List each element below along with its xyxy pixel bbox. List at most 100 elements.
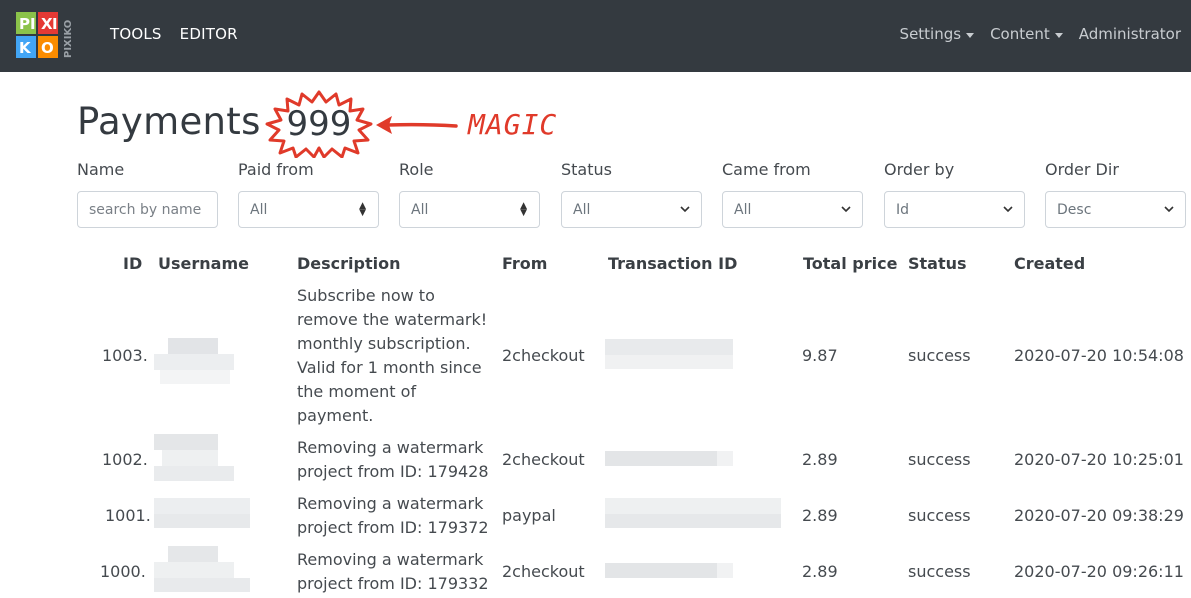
- cell-total-price: 2.89: [802, 506, 838, 525]
- col-header-username[interactable]: Username: [158, 254, 249, 273]
- select-value: Desc: [1057, 201, 1092, 218]
- description-line: remove the watermark!: [297, 310, 488, 329]
- blurred-transaction-id: [605, 339, 733, 371]
- status-select[interactable]: All: [561, 191, 702, 228]
- description-line: Valid for 1 month since: [297, 358, 482, 377]
- col-header-total-price[interactable]: Total price: [803, 254, 897, 273]
- name-search-input-box[interactable]: [77, 191, 218, 228]
- filter-label: Role: [399, 160, 434, 179]
- chevron-down-icon: [1003, 206, 1013, 213]
- nav-content-label: Content: [990, 25, 1050, 43]
- cell-id: 1000.: [100, 562, 146, 581]
- col-header-status[interactable]: Status: [908, 254, 967, 273]
- select-value: All: [411, 201, 429, 218]
- description-line: payment.: [297, 406, 374, 425]
- cell-description: Removing a watermark project from ID: 17…: [297, 436, 497, 484]
- payment-count: 999: [287, 104, 352, 144]
- svg-text:PIXIKO: PIXIKO: [63, 20, 74, 58]
- magic-annotation: MAGIC: [468, 108, 558, 141]
- cell-status: success: [908, 562, 971, 581]
- description-line: the moment of: [297, 382, 417, 401]
- filter-label: Name: [77, 160, 125, 179]
- blurred-transaction-id: [605, 498, 781, 530]
- filter-status: Status All: [561, 160, 702, 228]
- description-line: Removing a watermark: [297, 550, 484, 569]
- cell-total-price: 2.89: [802, 562, 838, 581]
- blurred-username: [154, 338, 236, 386]
- blurred-transaction-id: [605, 563, 733, 579]
- svg-text:P: P: [19, 15, 30, 33]
- cell-description: Removing a watermark project from ID: 17…: [297, 492, 497, 540]
- caret-down-icon: [966, 32, 975, 38]
- order-by-select[interactable]: Id: [884, 191, 1025, 228]
- nav-administrator-label: Administrator: [1078, 25, 1181, 43]
- select-value: All: [250, 201, 268, 218]
- filter-label: Came from: [722, 160, 811, 179]
- count-burst-badge: 999: [265, 90, 373, 158]
- order-dir-select[interactable]: Desc: [1045, 191, 1186, 228]
- col-header-transaction-id[interactable]: Transaction ID: [608, 254, 737, 273]
- paid-from-select[interactable]: All ▲ ▼: [238, 191, 379, 228]
- cell-from: 2checkout: [502, 346, 585, 365]
- cell-id: 1001.: [105, 506, 151, 525]
- filter-paid-from: Paid from All ▲ ▼: [238, 160, 379, 228]
- cell-from: 2checkout: [502, 450, 585, 469]
- cell-id: 1003.: [102, 346, 148, 365]
- filter-label: Order Dir: [1045, 160, 1119, 179]
- page-title: Payments: [77, 100, 261, 143]
- nav-content-dropdown[interactable]: Content: [990, 25, 1063, 43]
- filter-order-by: Order by Id: [884, 160, 1025, 228]
- filter-came-from: Came from All: [722, 160, 863, 228]
- nav-settings-dropdown[interactable]: Settings: [900, 25, 975, 43]
- cell-description: Subscribe now to remove the watermark! m…: [297, 284, 497, 428]
- sort-updown-icon: ▲ ▼: [520, 201, 527, 218]
- description-line: Removing a watermark: [297, 438, 484, 457]
- filter-label: Status: [561, 160, 612, 179]
- description-line: Subscribe now to: [297, 286, 435, 305]
- cell-total-price: 9.87: [802, 346, 838, 365]
- sort-updown-icon: ▲ ▼: [359, 201, 366, 218]
- svg-text:I: I: [30, 15, 36, 33]
- svg-text:K: K: [19, 39, 32, 57]
- col-header-description[interactable]: Description: [297, 254, 400, 273]
- col-header-from[interactable]: From: [502, 254, 547, 273]
- filter-role: Role All ▲ ▼: [399, 160, 540, 228]
- cell-created: 2020-07-20 09:38:29: [1014, 506, 1184, 525]
- search-input[interactable]: [89, 201, 206, 218]
- cell-status: success: [908, 450, 971, 469]
- cell-created: 2020-07-20 10:25:01: [1014, 450, 1184, 469]
- nav-editor[interactable]: EDITOR: [180, 25, 238, 43]
- cell-description: Removing a watermark project from ID: 17…: [297, 548, 497, 596]
- role-select[interactable]: All ▲ ▼: [399, 191, 540, 228]
- svg-text:O: O: [41, 39, 54, 57]
- cell-from: paypal: [502, 506, 556, 525]
- col-header-created[interactable]: Created: [1014, 254, 1085, 273]
- nav-administrator[interactable]: Administrator: [1079, 25, 1181, 43]
- description-line: project from ID: 179372: [297, 518, 489, 537]
- blurred-transaction-id: [605, 451, 733, 467]
- came-from-select[interactable]: All: [722, 191, 863, 228]
- filter-label: Paid from: [238, 160, 314, 179]
- caret-down-icon: [1054, 32, 1063, 38]
- pixiko-logo[interactable]: P I X I K O PIXIKO: [16, 12, 88, 60]
- filter-order-dir: Order Dir Desc: [1045, 160, 1186, 228]
- cell-total-price: 2.89: [802, 450, 838, 469]
- description-line: project from ID: 179428: [297, 462, 489, 481]
- top-navbar: P I X I K O PIXIKO TOOLS EDITOR Settings…: [0, 0, 1191, 72]
- filter-label: Order by: [884, 160, 955, 179]
- chevron-down-icon: [841, 206, 851, 213]
- col-header-id[interactable]: ID: [123, 254, 142, 273]
- nav-tools[interactable]: TOOLS: [110, 25, 162, 43]
- svg-text:I: I: [52, 15, 58, 33]
- description-line: Removing a watermark: [297, 494, 484, 513]
- chevron-down-icon: [680, 206, 690, 213]
- blurred-username: [154, 498, 250, 530]
- nav-settings-label: Settings: [899, 25, 962, 43]
- chevron-down-icon: [1164, 206, 1174, 213]
- red-arrow-annotation: [376, 116, 458, 134]
- cell-from: 2checkout: [502, 562, 585, 581]
- select-value: All: [573, 201, 591, 218]
- cell-status: success: [908, 506, 971, 525]
- cell-id: 1002.: [102, 450, 148, 469]
- filter-name: Name: [77, 160, 218, 228]
